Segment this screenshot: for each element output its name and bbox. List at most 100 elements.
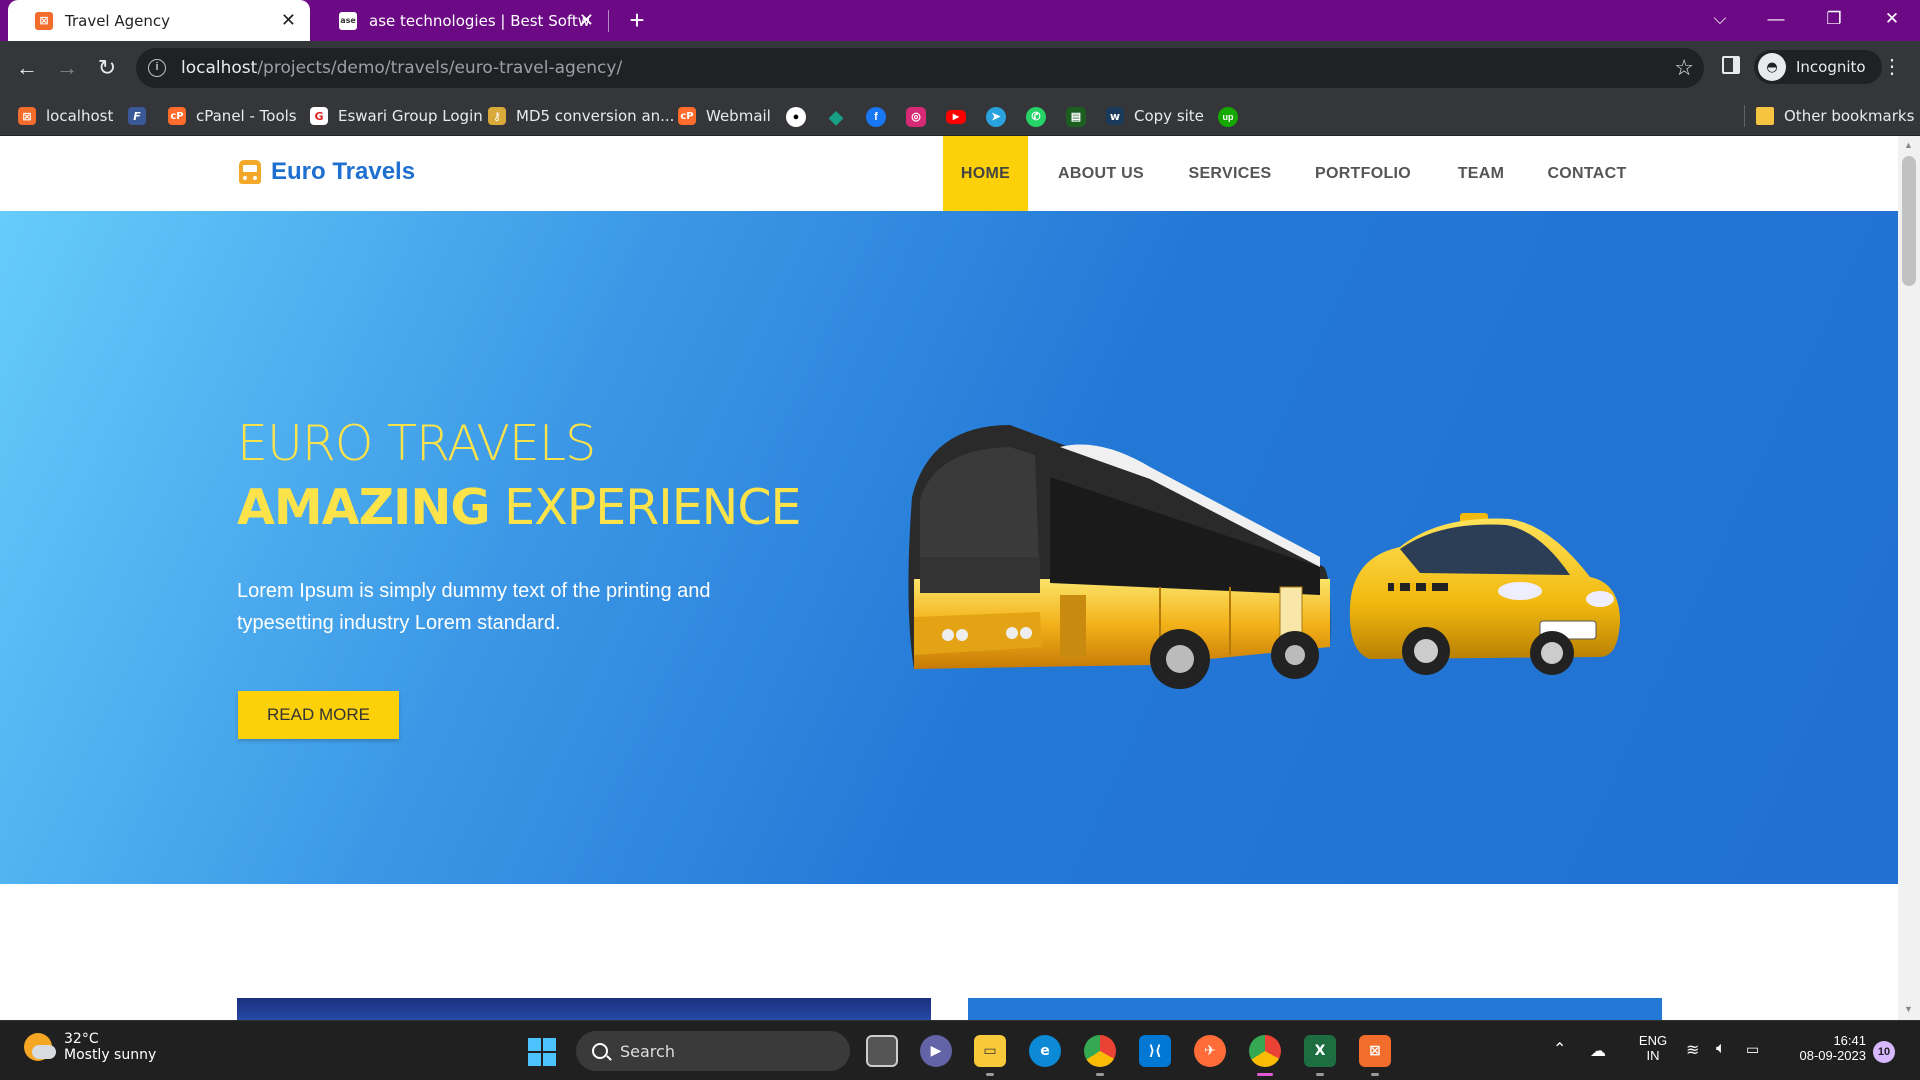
bus-and-taxi-illustration bbox=[908, 425, 1620, 689]
instagram-icon[interactable]: ◎ bbox=[906, 107, 926, 127]
xampp-icon[interactable]: ⊠ bbox=[1359, 1035, 1391, 1076]
address-bar[interactable]: i localhost/projects/demo/travels/euro-t… bbox=[136, 48, 1704, 88]
eswari-icon: G bbox=[310, 107, 328, 125]
minimize-button[interactable]: — bbox=[1756, 4, 1796, 34]
forward-button[interactable]: → bbox=[53, 54, 81, 82]
incognito-label: Incognito bbox=[1796, 58, 1866, 76]
chrome-icon[interactable] bbox=[1084, 1035, 1116, 1076]
cpanel-icon: cP bbox=[168, 107, 186, 125]
content-card-1 bbox=[237, 998, 931, 1020]
taskbar-search[interactable]: Search bbox=[576, 1031, 850, 1071]
bookmark-md5[interactable]: ⚷ MD5 conversion an... bbox=[488, 104, 674, 128]
upwork-icon[interactable]: up bbox=[1218, 107, 1238, 127]
site-logo[interactable]: Euro Travels bbox=[239, 158, 415, 186]
file-explorer-icon[interactable]: ▭ bbox=[974, 1035, 1006, 1076]
folder-icon bbox=[1756, 107, 1774, 125]
whatsapp-icon[interactable]: ✆ bbox=[1026, 107, 1046, 127]
volume-icon[interactable]: 🔈︎ bbox=[1716, 1040, 1726, 1058]
search-label: Search bbox=[620, 1041, 675, 1061]
weather-widget[interactable]: 32°C Mostly sunny bbox=[24, 1031, 156, 1063]
close-tab-icon[interactable]: ✕ bbox=[579, 10, 594, 31]
teams-icon[interactable]: ▶ bbox=[920, 1035, 952, 1067]
tab-ase-technologies[interactable]: ase ase technologies | Best Software ✕ bbox=[312, 0, 608, 41]
vscode-icon[interactable]: ⟩⟨ bbox=[1139, 1035, 1171, 1067]
w-icon: w bbox=[1106, 107, 1124, 125]
tab-travel-agency[interactable]: ⊠ Travel Agency ✕ bbox=[8, 0, 310, 41]
task-view-icon[interactable] bbox=[866, 1035, 898, 1067]
tab-title: Travel Agency bbox=[65, 11, 170, 30]
incognito-indicator[interactable]: ◓ Incognito bbox=[1754, 50, 1882, 84]
nav-about-us[interactable]: ABOUT US bbox=[1049, 136, 1153, 211]
browser-toolbar: ← → ↻ i localhost/projects/demo/travels/… bbox=[0, 41, 1920, 95]
key-icon: ⚷ bbox=[488, 107, 506, 125]
nav-portfolio[interactable]: PORTFOLIO bbox=[1306, 136, 1420, 211]
site-info-icon[interactable]: i bbox=[148, 59, 166, 77]
bookmarks-separator bbox=[1744, 105, 1745, 127]
url-text: localhost/projects/demo/travels/euro-tra… bbox=[181, 58, 623, 78]
browser-menu-icon[interactable]: ⋮ bbox=[1882, 54, 1902, 79]
bookmark-f[interactable]: F bbox=[128, 104, 156, 128]
cpanel-icon: cP bbox=[678, 107, 696, 125]
site-navbar: Euro Travels HOME ABOUT US SERVICES PORT… bbox=[0, 136, 1898, 211]
chrome-incognito-icon[interactable] bbox=[1249, 1035, 1281, 1076]
tab-search-chevron-icon[interactable]: ⌵ bbox=[1700, 4, 1740, 34]
scroll-down-icon[interactable]: ▼ bbox=[1904, 1004, 1913, 1014]
onedrive-icon[interactable]: ☁ bbox=[1590, 1041, 1606, 1061]
bookmark-cpanel[interactable]: cP cPanel - Tools bbox=[168, 104, 297, 128]
clock[interactable]: 16:41 08-09-2023 bbox=[1786, 1033, 1867, 1063]
excel-icon[interactable]: X bbox=[1304, 1035, 1336, 1076]
new-tab-button[interactable]: + bbox=[622, 5, 652, 35]
hero-section: EURO TRAVELS AMAZING EXPERIENCE Lorem Ip… bbox=[0, 211, 1898, 884]
nav-team[interactable]: TEAM bbox=[1450, 136, 1512, 211]
ase-icon: ase bbox=[339, 11, 357, 30]
sheet-icon[interactable]: ▤ bbox=[1066, 107, 1086, 127]
scroll-up-icon[interactable]: ▲ bbox=[1904, 140, 1913, 150]
bookmark-localhost[interactable]: ⊠ localhost bbox=[18, 104, 113, 128]
xampp-icon: ⊠ bbox=[35, 11, 53, 30]
bus-icon bbox=[239, 160, 261, 184]
bookmarks-bar: ⊠ localhost F cP cPanel - Tools G Eswari… bbox=[0, 95, 1920, 136]
reload-button[interactable]: ↻ bbox=[93, 54, 121, 82]
windows-taskbar: 32°C Mostly sunny Search ▶ ▭ e ⟩⟨ ✈ X ⊠ … bbox=[0, 1020, 1920, 1080]
nav-services[interactable]: SERVICES bbox=[1180, 136, 1280, 211]
weather-condition: Mostly sunny bbox=[64, 1047, 157, 1063]
diamond-icon[interactable]: ◆ bbox=[826, 107, 846, 127]
taxi-graphic bbox=[1349, 513, 1620, 675]
youtube-icon[interactable]: ▶ bbox=[946, 110, 966, 124]
side-panel-icon[interactable] bbox=[1722, 56, 1740, 74]
nav-contact[interactable]: CONTACT bbox=[1540, 136, 1634, 211]
show-hidden-icons[interactable]: ⌃ bbox=[1553, 1039, 1566, 1059]
back-button[interactable]: ← bbox=[13, 54, 41, 82]
xampp-icon: ⊠ bbox=[18, 107, 36, 125]
close-window-button[interactable]: ✕ bbox=[1872, 4, 1912, 34]
battery-icon[interactable]: ▭ bbox=[1746, 1041, 1759, 1058]
edge-icon[interactable]: e bbox=[1029, 1035, 1061, 1067]
read-more-button[interactable]: READ MORE bbox=[238, 691, 399, 739]
telegram-icon[interactable]: ➤ bbox=[986, 107, 1006, 127]
language-indicator[interactable]: ENG IN bbox=[1636, 1033, 1670, 1063]
scrollbar-thumb[interactable] bbox=[1902, 156, 1916, 286]
postman-icon[interactable]: ✈ bbox=[1194, 1035, 1226, 1067]
bookmark-copy-site[interactable]: w Copy site bbox=[1106, 104, 1204, 128]
github-icon[interactable]: ● bbox=[786, 107, 806, 127]
facebook-icon[interactable]: f bbox=[866, 107, 886, 127]
page-scrollbar[interactable]: ▲ ▼ bbox=[1898, 136, 1920, 1020]
nav-home[interactable]: HOME bbox=[943, 136, 1028, 211]
wifi-icon[interactable]: ≋ bbox=[1686, 1040, 1699, 1060]
bookmark-eswari[interactable]: G Eswari Group Login bbox=[310, 104, 483, 128]
other-bookmarks[interactable]: Other bookmarks bbox=[1756, 104, 1914, 128]
hero-title-line2: AMAZING EXPERIENCE bbox=[237, 479, 802, 536]
bus-graphic bbox=[908, 425, 1331, 689]
close-tab-icon[interactable]: ✕ bbox=[281, 10, 296, 31]
web-page: Euro Travels HOME ABOUT US SERVICES PORT… bbox=[0, 136, 1898, 1020]
restore-button[interactable]: ❐ bbox=[1814, 4, 1854, 34]
weather-icon bbox=[24, 1033, 56, 1061]
browser-tab-bar: ⊠ Travel Agency ✕ ase ase technologies |… bbox=[0, 0, 1920, 41]
bookmark-star-icon[interactable]: ☆ bbox=[1674, 55, 1694, 81]
bookmark-webmail[interactable]: cP Webmail bbox=[678, 104, 771, 128]
incognito-icon: ◓ bbox=[1758, 53, 1786, 81]
notification-badge[interactable]: 10 bbox=[1873, 1041, 1895, 1063]
windows-start-icon[interactable] bbox=[528, 1038, 556, 1066]
content-section bbox=[0, 884, 1898, 1020]
content-card-2 bbox=[968, 998, 1662, 1020]
